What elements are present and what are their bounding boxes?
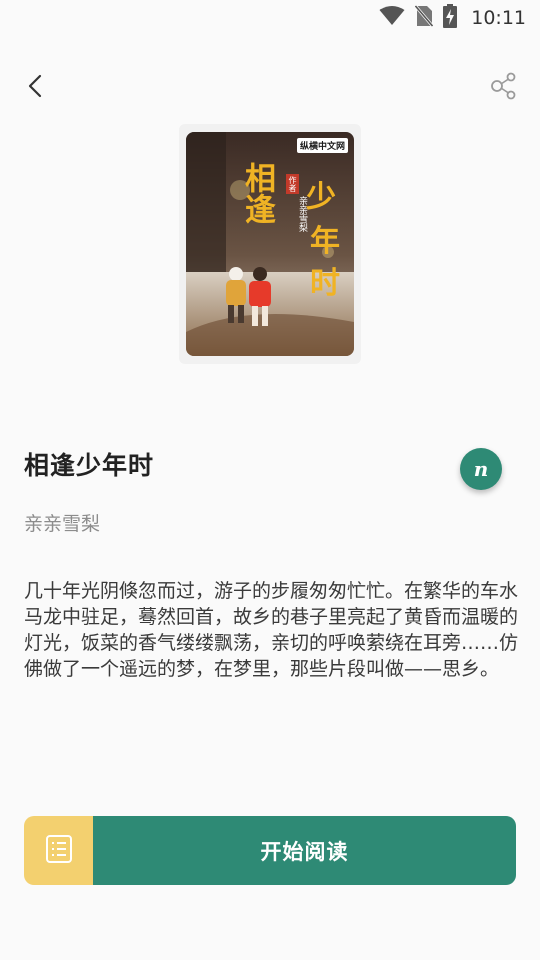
book-cover[interactable]: 纵横中文网 相逢 作者 亲亲雪梨 少 年 时 — [186, 132, 354, 356]
cover-author-tag: 作者 — [286, 174, 299, 194]
cover-title-left: 相逢 — [239, 162, 275, 224]
book-description: 几十年光阴倏忽而过，游子的步履匆匆忙忙。在繁华的车水马龙中驻足，蓦然回首，故乡的… — [24, 580, 519, 680]
cover-publisher-logo: 纵横中文网 — [296, 138, 348, 153]
status-icons: 10:11 — [379, 4, 526, 32]
list-icon — [44, 834, 74, 868]
wifi-icon — [379, 6, 405, 30]
share-button[interactable] — [480, 64, 528, 112]
back-button[interactable] — [12, 64, 60, 112]
cover-title-right-top: 少 — [306, 180, 336, 215]
cover-title-right-bottom: 时 — [310, 266, 340, 301]
cover-title-right-mid: 年 — [310, 224, 340, 259]
book-author[interactable]: 亲亲雪梨 — [24, 509, 100, 536]
bottom-action-bar: 开始阅读 — [24, 816, 516, 885]
battery-charging-icon — [443, 4, 458, 32]
book-title: 相逢少年时 — [24, 451, 155, 480]
listen-button[interactable]: n — [460, 448, 502, 490]
table-of-contents-button[interactable] — [24, 816, 93, 885]
share-icon — [490, 72, 518, 104]
status-time: 10:11 — [471, 7, 526, 29]
no-sim-icon — [414, 5, 434, 31]
status-bar: 10:11 — [0, 0, 540, 36]
book-cover-container: 纵横中文网 相逢 作者 亲亲雪梨 少 年 时 — [179, 124, 361, 364]
listen-icon: n — [473, 457, 489, 481]
back-arrow-icon — [26, 74, 46, 102]
start-reading-button[interactable]: 开始阅读 — [93, 816, 516, 885]
